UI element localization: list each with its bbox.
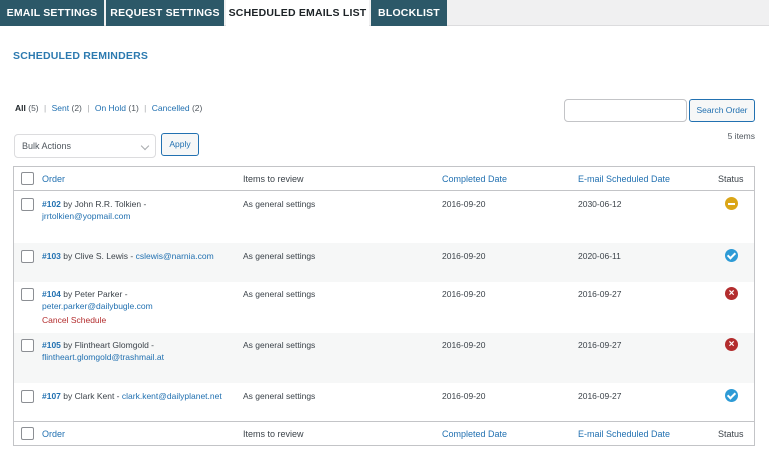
order-link[interactable]: #105: [42, 340, 61, 350]
search-order-button[interactable]: Search Order: [689, 99, 755, 122]
tab-request-settings[interactable]: REQUEST SETTINGS: [106, 0, 224, 26]
column-status: Status: [718, 174, 744, 184]
order-cell: #102 by John R.R. Tolkien - jrrtolkien@y…: [42, 198, 237, 222]
items-cell: As general settings: [243, 199, 316, 209]
row-checkbox[interactable]: [21, 250, 34, 263]
chevron-down-icon: [140, 141, 150, 151]
filter-separator: |: [44, 103, 47, 113]
items-count: 5 items: [727, 131, 755, 141]
order-link[interactable]: #102: [42, 199, 61, 209]
filter-cancelled[interactable]: Cancelled: [152, 103, 190, 113]
table-row: #103 by Clive S. Lewis - cslewis@narnia.…: [14, 243, 754, 282]
customer-email-link[interactable]: jrrtolkien@yopmail.com: [42, 211, 130, 221]
order-link[interactable]: #107: [42, 391, 61, 401]
customer-name: by Clive S. Lewis -: [63, 251, 134, 261]
sent-status-icon: [725, 249, 738, 262]
row-checkbox[interactable]: [21, 339, 34, 352]
column-order[interactable]: Order: [42, 173, 237, 185]
apply-button[interactable]: Apply: [161, 133, 199, 156]
customer-email-link[interactable]: clark.kent@dailyplanet.net: [122, 391, 222, 401]
table-row: #107 by Clark Kent - clark.kent@dailypla…: [14, 383, 754, 421]
cancelled-status-icon: ×: [725, 287, 738, 300]
column-items-to-review: Items to review: [243, 429, 304, 439]
order-cell: #107 by Clark Kent - clark.kent@dailypla…: [42, 390, 237, 402]
scheduled-emails-table: Order Items to review Completed Date E-m…: [13, 166, 755, 446]
completed-date-cell: 2016-09-20: [442, 289, 486, 299]
customer-email-link[interactable]: flintheart.glomgold@trashmail.at: [42, 352, 164, 362]
items-cell: As general settings: [243, 251, 316, 261]
completed-date-cell: 2016-09-20: [442, 251, 486, 261]
order-cell: #105 by Flintheart Glomgold - flintheart…: [42, 339, 237, 363]
search-input[interactable]: [564, 99, 687, 122]
column-completed-date[interactable]: Completed Date: [442, 173, 507, 185]
filter-all[interactable]: All: [15, 103, 26, 113]
filter-separator: |: [144, 103, 147, 113]
items-cell: As general settings: [243, 340, 316, 350]
filter-sent-count: (2): [71, 103, 82, 113]
tab-scheduled-emails-list[interactable]: SCHEDULED EMAILS LIST: [226, 0, 369, 27]
row-checkbox[interactable]: [21, 288, 34, 301]
scheduled-date-cell: 2020-06-11: [578, 251, 621, 261]
completed-date-cell: 2016-09-20: [442, 199, 486, 209]
column-order[interactable]: Order: [42, 428, 237, 440]
order-link[interactable]: #104: [42, 289, 61, 299]
scheduled-date-cell: 2016-09-27: [578, 391, 622, 401]
column-status: Status: [718, 429, 744, 439]
tab-blocklist[interactable]: BLOCKLIST: [371, 0, 447, 26]
status-filters: All (5) | Sent (2) | On Hold (1) | Cance…: [15, 103, 202, 113]
filter-on-hold-count: (1): [128, 103, 139, 113]
filter-all-count: (5): [28, 103, 39, 113]
table-footer: Order Items to review Completed Date E-m…: [14, 421, 754, 445]
items-cell: As general settings: [243, 391, 316, 401]
filter-sent[interactable]: Sent: [52, 103, 70, 113]
order-cell: #103 by Clive S. Lewis - cslewis@narnia.…: [42, 250, 237, 262]
filter-on-hold[interactable]: On Hold: [95, 103, 126, 113]
table-row: #104 by Peter Parker - peter.parker@dail…: [14, 282, 754, 333]
on-hold-status-icon: [725, 197, 738, 210]
page-title: SCHEDULED REMINDERS: [13, 50, 149, 62]
scheduled-date-cell: 2016-09-27: [578, 340, 622, 350]
cancel-schedule-link[interactable]: Cancel Schedule: [42, 314, 237, 326]
table-row: #105 by Flintheart Glomgold - flintheart…: [14, 333, 754, 383]
table-row: #102 by John R.R. Tolkien - jrrtolkien@y…: [14, 192, 754, 243]
tab-email-settings[interactable]: EMAIL SETTINGS: [0, 0, 104, 26]
row-checkbox[interactable]: [21, 390, 34, 403]
scheduled-date-cell: 2016-09-27: [578, 289, 622, 299]
table-header: Order Items to review Completed Date E-m…: [14, 167, 754, 191]
select-all-checkbox[interactable]: [21, 172, 34, 185]
order-link[interactable]: #103: [42, 251, 61, 261]
select-all-checkbox[interactable]: [21, 427, 34, 440]
items-cell: As general settings: [243, 289, 316, 299]
cancelled-status-icon: ×: [725, 338, 738, 351]
customer-name: by Flintheart Glomgold -: [63, 340, 154, 350]
customer-email-link[interactable]: cslewis@narnia.com: [136, 251, 214, 261]
filter-cancelled-count: (2): [191, 103, 203, 113]
customer-name: by Peter Parker -: [63, 289, 128, 299]
column-completed-date[interactable]: Completed Date: [442, 428, 507, 440]
customer-name: by John R.R. Tolkien -: [63, 199, 147, 209]
column-email-scheduled-date[interactable]: E-mail Scheduled Date: [578, 428, 670, 440]
bulk-actions-value: Bulk Actions: [22, 141, 72, 151]
settings-tabs: EMAIL SETTINGS REQUEST SETTINGS SCHEDULE…: [0, 0, 769, 27]
filter-separator: |: [87, 103, 90, 113]
sent-status-icon: [725, 389, 738, 402]
row-checkbox[interactable]: [21, 198, 34, 211]
column-email-scheduled-date[interactable]: E-mail Scheduled Date: [578, 173, 670, 185]
completed-date-cell: 2016-09-20: [442, 391, 486, 401]
bulk-actions-select[interactable]: Bulk Actions: [14, 134, 156, 158]
customer-email-link[interactable]: peter.parker@dailybugle.com: [42, 301, 153, 311]
order-cell: #104 by Peter Parker - peter.parker@dail…: [42, 288, 237, 326]
customer-name: by Clark Kent -: [63, 391, 120, 401]
scheduled-date-cell: 2030-06-12: [578, 199, 622, 209]
completed-date-cell: 2016-09-20: [442, 340, 486, 350]
column-items-to-review: Items to review: [243, 174, 304, 184]
